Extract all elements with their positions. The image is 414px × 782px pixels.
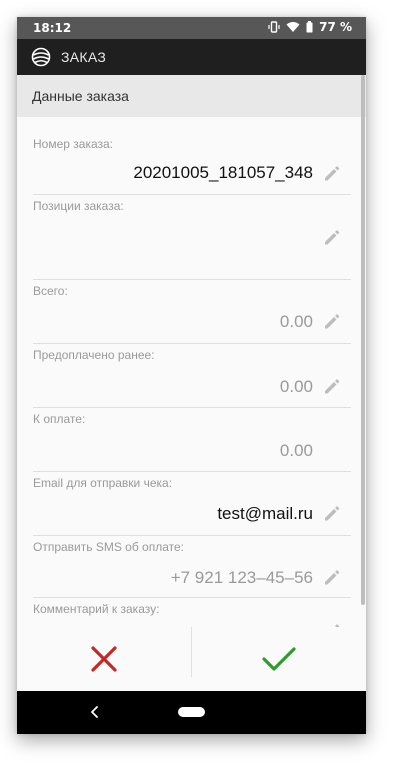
field-to-pay: К оплате: 0.00 — [33, 408, 351, 472]
field-value: +7 921 123–45–56 — [170, 568, 313, 587]
field-label: Предоплачено ранее: — [33, 348, 155, 362]
app-logo-icon — [31, 47, 51, 67]
battery-percent: 77 % — [319, 20, 352, 34]
home-pill[interactable] — [178, 707, 205, 717]
field-order-number[interactable]: Номер заказа: 20201005_181057_348 — [33, 133, 351, 195]
pencil-icon[interactable] — [323, 228, 341, 246]
pencil-icon[interactable] — [323, 504, 341, 522]
field-value: 0.00 — [279, 312, 313, 331]
field-value: 20201005_181057_348 — [133, 163, 313, 182]
cancel-button[interactable] — [17, 627, 191, 691]
app-title: ЗАКАЗ — [61, 49, 107, 65]
field-receipt-email[interactable]: Email для отправки чека: test@mail.ru — [33, 472, 351, 536]
system-nav-bar — [17, 691, 366, 734]
confirm-button[interactable] — [192, 627, 366, 691]
pencil-icon[interactable] — [323, 164, 341, 182]
field-label: Позиции заказа: — [33, 199, 124, 213]
field-label: Всего: — [33, 284, 68, 298]
pencil-icon[interactable] — [323, 312, 341, 330]
app-bar: ЗАКАЗ — [17, 39, 366, 75]
checkmark-icon — [262, 647, 296, 671]
pencil-icon[interactable] — [323, 377, 341, 395]
field-sms-phone[interactable]: Отправить SMS об оплате: +7 921 123–45–5… — [33, 536, 351, 598]
section-header: Данные заказа — [17, 75, 366, 117]
battery-icon — [306, 21, 313, 33]
field-label: Отправить SMS об оплате: — [33, 540, 185, 554]
scrollbar[interactable] — [361, 75, 365, 605]
pencil-icon[interactable] — [323, 568, 341, 586]
field-value: 0.00 — [279, 377, 313, 396]
back-icon[interactable] — [89, 705, 99, 719]
field-value: test@mail.ru — [217, 504, 313, 523]
status-bar: 18:12 77 % — [17, 17, 366, 39]
field-label: Комментарий к заказу: — [33, 602, 160, 616]
field-label: Номер заказа: — [33, 137, 114, 151]
section-title: Данные заказа — [32, 88, 129, 104]
phone-screen: 18:12 77 % ЗАКАЗ Данные заказа Номер зак… — [17, 17, 366, 734]
order-form: Номер заказа: 20201005_181057_348 Позици… — [17, 117, 366, 627]
status-time: 18:12 — [33, 21, 72, 35]
field-comment[interactable]: Комментарий к заказу: — [33, 598, 351, 627]
vibrate-icon — [268, 21, 280, 33]
field-label: Email для отправки чека: — [33, 476, 173, 490]
status-icons: 77 % — [268, 20, 352, 34]
field-label: К оплате: — [33, 412, 86, 426]
wifi-icon — [286, 22, 300, 32]
action-bar — [17, 627, 366, 691]
field-value: 0.00 — [279, 441, 313, 460]
close-icon — [91, 646, 117, 672]
field-total[interactable]: Всего: 0.00 — [33, 280, 351, 344]
field-prepaid[interactable]: Предоплачено ранее: 0.00 — [33, 344, 351, 408]
field-order-items[interactable]: Позиции заказа: — [33, 195, 351, 280]
